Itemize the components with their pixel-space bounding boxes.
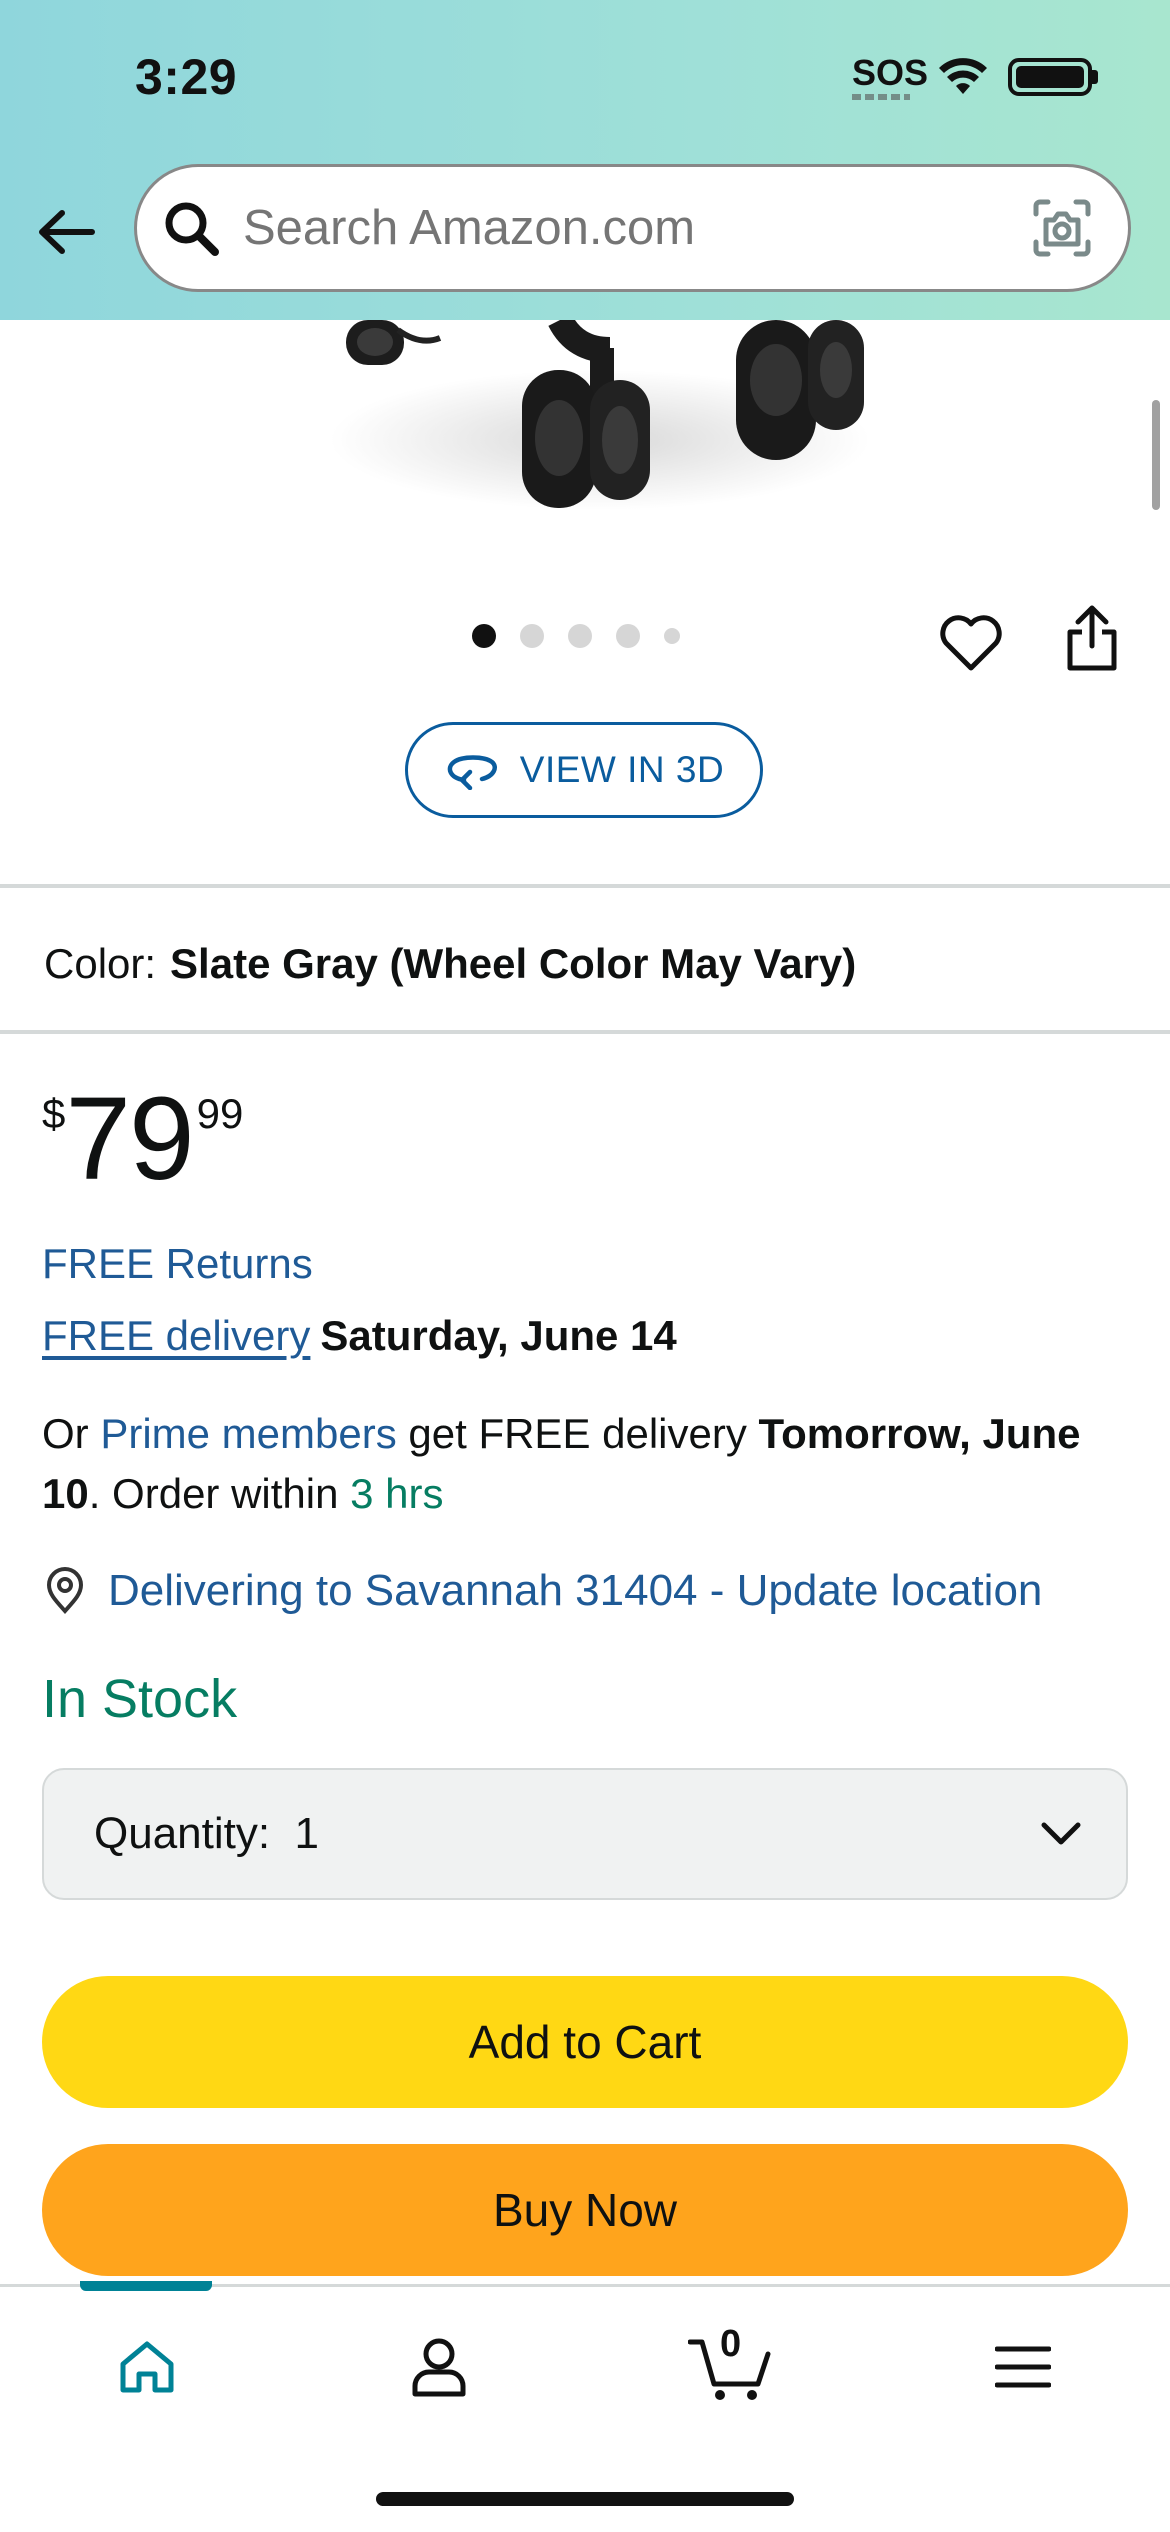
view-in-3d-label: VIEW IN 3D	[519, 749, 725, 790]
quantity-select[interactable]: Quantity: 1	[42, 1768, 1128, 1900]
home-indicator[interactable]	[376, 2492, 794, 2506]
delivery-location-link[interactable]: Delivering to Savannah 31404 - Update lo…	[42, 1566, 1042, 1616]
camera-search-icon[interactable]	[1030, 196, 1094, 260]
product-price: $ 79 99	[42, 1080, 243, 1198]
divider	[0, 884, 1170, 888]
location-pin-icon	[46, 1567, 84, 1614]
chevron-down-icon	[1041, 1822, 1081, 1845]
carousel-dot[interactable]	[472, 624, 496, 648]
add-to-cart-button[interactable]: Add to Cart	[42, 1976, 1128, 2108]
search-bar[interactable]	[134, 164, 1131, 292]
color-label: Color:	[44, 940, 157, 987]
carousel-dot[interactable]	[520, 624, 544, 648]
image-carousel-dots[interactable]	[472, 624, 680, 648]
app-header: 3:29 SOS	[0, 0, 1170, 320]
color-value: Slate Gray (Wheel Color May Vary)	[170, 940, 857, 987]
nav-cart[interactable]: 0	[686, 2323, 776, 2407]
nav-menu[interactable]	[978, 2327, 1068, 2407]
nav-home[interactable]	[102, 2327, 192, 2407]
scroll-indicator[interactable]	[1152, 400, 1160, 510]
cart-count: 0	[720, 2323, 742, 2365]
wifi-icon	[939, 58, 987, 94]
battery-tip	[1092, 70, 1098, 84]
account-icon	[412, 2338, 466, 2397]
signal-dots	[852, 94, 910, 100]
status-time: 3:29	[135, 49, 238, 105]
carousel-dot[interactable]	[568, 624, 592, 648]
buy-now-button[interactable]: Buy Now	[42, 2144, 1128, 2276]
product-image[interactable]	[0, 320, 1170, 520]
carousel-dot[interactable]	[616, 624, 640, 648]
price-whole: 79	[65, 1073, 194, 1205]
delivery-location-text: Delivering to Savannah 31404 - Update lo…	[108, 1566, 1043, 1615]
share-icon[interactable]	[1064, 604, 1120, 672]
prime-middle: get FREE delivery	[396, 1410, 759, 1457]
free-returns-link[interactable]: FREE Returns	[42, 1240, 313, 1288]
price-fraction: 99	[196, 1090, 244, 1137]
quantity-value: 1	[294, 1809, 320, 1858]
quantity-text: Quantity: 1	[94, 1809, 319, 1859]
stroller-wheels-image	[330, 320, 870, 510]
prime-prefix: Or	[42, 1410, 101, 1457]
back-arrow-icon	[39, 210, 95, 254]
price-symbol: $	[42, 1090, 66, 1137]
free-delivery-row: FREE delivery Saturday, June 14	[42, 1312, 677, 1360]
free-delivery-link[interactable]: FREE delivery	[42, 1312, 310, 1359]
home-icon	[120, 2341, 174, 2393]
menu-icon	[995, 2346, 1051, 2388]
prime-members-link[interactable]: Prime members	[100, 1410, 396, 1457]
carousel-dot[interactable]	[664, 628, 680, 644]
prime-delivery-info: Or Prime members get FREE delivery Tomor…	[42, 1404, 1102, 1524]
search-icon	[165, 202, 219, 256]
color-selection[interactable]: Color: Slate Gray (Wheel Color May Vary)	[44, 940, 856, 988]
nav-active-indicator	[80, 2281, 212, 2291]
sos-indicator: SOS	[852, 52, 929, 93]
back-button[interactable]	[30, 196, 102, 268]
free-delivery-date: Saturday, June 14	[320, 1312, 677, 1359]
stock-status: In Stock	[42, 1669, 238, 1729]
prime-time-left: 3 hrs	[350, 1470, 444, 1517]
battery-icon	[1008, 58, 1092, 96]
view-in-3d-button[interactable]: VIEW IN 3D	[405, 722, 763, 818]
nav-account[interactable]	[394, 2327, 484, 2407]
divider	[0, 1030, 1170, 1034]
quantity-label: Quantity:	[94, 1809, 271, 1858]
search-input[interactable]	[243, 200, 1030, 256]
heart-icon[interactable]	[938, 612, 1004, 674]
rotate-3d-icon	[447, 755, 497, 790]
prime-order-within: . Order within	[88, 1470, 351, 1517]
